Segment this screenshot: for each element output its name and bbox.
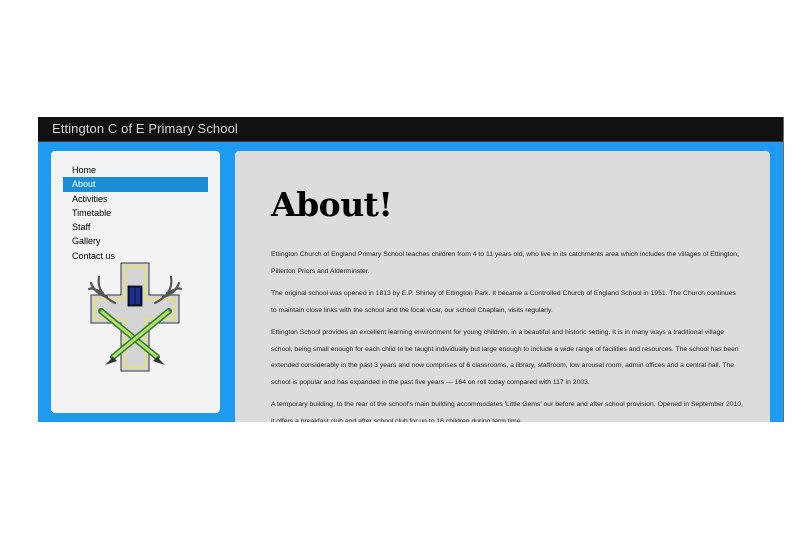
book-icon bbox=[127, 285, 143, 307]
nav-item-timetable[interactable]: Timetable bbox=[63, 206, 208, 220]
nav-menu: Home About Activities Timetable Staff Ga… bbox=[63, 163, 208, 263]
site-title[interactable]: Ettington C of E Primary School bbox=[52, 121, 238, 136]
school-crest-logo bbox=[87, 262, 183, 372]
main-content: About! Ettington Church of England Prima… bbox=[235, 151, 770, 422]
page-title: About! bbox=[271, 185, 393, 224]
nav-item-gallery[interactable]: Gallery bbox=[63, 234, 208, 248]
paragraph: A temporary building, to the rear of the… bbox=[271, 401, 744, 422]
paragraph: Ettington School provides an excellent l… bbox=[271, 329, 739, 386]
paragraph: The original school was opened in 1813 b… bbox=[271, 290, 736, 314]
nav-item-activities[interactable]: Activities bbox=[63, 192, 208, 206]
sidebar: Home About Activities Timetable Staff Ga… bbox=[51, 151, 220, 413]
nav-item-home[interactable]: Home bbox=[63, 163, 208, 177]
nav-item-staff[interactable]: Staff bbox=[63, 220, 208, 234]
paragraph: Ettington Church of England Primary Scho… bbox=[271, 251, 739, 275]
frame-border bbox=[783, 117, 784, 422]
body-text: Ettington Church of England Primary Scho… bbox=[271, 247, 743, 422]
title-bar: Ettington C of E Primary School bbox=[38, 117, 783, 142]
nav-item-about[interactable]: About bbox=[63, 177, 208, 192]
website-frame: Ettington C of E Primary School Home Abo… bbox=[38, 117, 783, 422]
